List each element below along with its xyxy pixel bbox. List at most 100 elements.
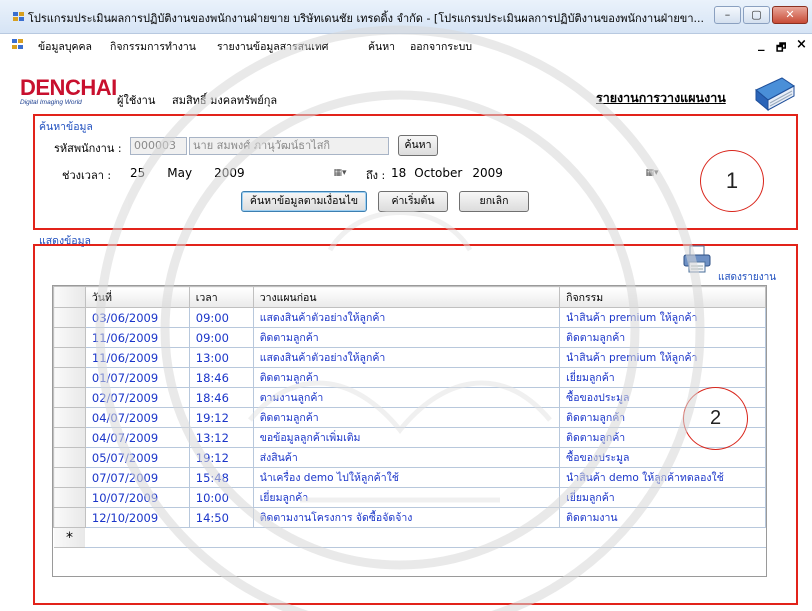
app-icon: [13, 12, 24, 21]
cell-time[interactable]: 10:00: [188, 487, 254, 508]
cell-date[interactable]: 01/07/2009: [84, 367, 190, 388]
to-date-picker[interactable]: 18 October 2009: [391, 164, 671, 182]
table-row[interactable]: 11/06/2009 13:00 แสดงสินค้าตัวอย่างให้ลูกค…: [53, 347, 766, 368]
cell-activity[interactable]: นำสินค้า premium ให้ลูกค้า: [559, 307, 766, 328]
row-header-cell[interactable]: [53, 307, 86, 328]
mdi-minimize-button[interactable]: _: [758, 37, 765, 52]
cell-plan[interactable]: แสดงสินค้าตัวอย่างให้ลูกค้า: [252, 307, 561, 328]
close-button[interactable]: ✕: [772, 6, 808, 24]
cell-plan[interactable]: ขอข้อมูลลูกค้าเพิ่มเติม: [252, 427, 561, 448]
cell-date[interactable]: 07/07/2009: [84, 467, 190, 488]
new-row-marker: *: [53, 527, 86, 548]
employee-code-field[interactable]: 000003: [130, 137, 187, 155]
from-date-picker[interactable]: 25 May 2009: [130, 164, 350, 182]
new-row-cell[interactable]: [189, 527, 254, 548]
column-header-plan[interactable]: วางแผนก่อน: [252, 286, 561, 308]
cell-date[interactable]: 12/10/2009: [84, 507, 190, 528]
cell-time[interactable]: 18:46: [188, 367, 254, 388]
calendar-dropdown-icon[interactable]: ▦▾: [642, 165, 662, 181]
cell-time[interactable]: 13:00: [188, 347, 254, 368]
table-row[interactable]: 03/06/2009 09:00 แสดงสินค้าตัวอย่างให้ลูกค…: [53, 307, 766, 328]
cell-activity[interactable]: ติดตามลูกค้า: [559, 327, 766, 348]
table-row[interactable]: 01/07/2009 18:46 ติดตามลูกค้า เยี่ยมลูกค้า: [53, 367, 766, 388]
cell-plan[interactable]: ติดตามงานโครงการ จัดซื้อจัดจ้าง: [252, 507, 561, 528]
cell-time[interactable]: 19:12: [188, 407, 254, 428]
table-row[interactable]: 10/07/2009 10:00 เยี่ยมลูกค้า เยี่ยมลูกค้า: [53, 487, 766, 508]
to-label: ถึง :: [366, 169, 386, 182]
cell-date[interactable]: 05/07/2009: [84, 447, 190, 468]
row-header-cell[interactable]: [53, 367, 86, 388]
cell-plan[interactable]: แสดงสินค้าตัวอย่างให้ลูกค้า: [252, 347, 561, 368]
row-header-cell[interactable]: [53, 327, 86, 348]
maximize-button[interactable]: ▢: [743, 6, 770, 24]
cell-activity[interactable]: นำสินค้า demo ให้ลูกค้าทดลองใช้: [559, 467, 766, 488]
cell-time[interactable]: 14:50: [188, 507, 254, 528]
menu-search[interactable]: ค้นหา: [368, 38, 395, 55]
new-row-cell[interactable]: [559, 527, 766, 548]
cell-activity[interactable]: ซื้อของประมูล: [559, 447, 766, 468]
cell-date[interactable]: 11/06/2009: [84, 327, 190, 348]
cell-plan[interactable]: ส่งสินค้า: [252, 447, 561, 468]
cell-plan[interactable]: ติดตามลูกค้า: [252, 407, 561, 428]
column-header-activity[interactable]: กิจกรรม: [559, 286, 766, 308]
cell-plan[interactable]: นำเครื่อง demo ไปให้ลูกค้าใช้: [252, 467, 561, 488]
row-header-cell[interactable]: [53, 507, 86, 528]
new-row-cell[interactable]: [85, 527, 190, 548]
cell-time[interactable]: 18:46: [188, 387, 254, 408]
row-header-cell[interactable]: [53, 407, 86, 428]
calendar-dropdown-icon[interactable]: ▦▾: [330, 165, 350, 181]
mdi-child-icon: [12, 39, 23, 49]
column-header-time[interactable]: เวลา: [188, 286, 254, 308]
cell-date[interactable]: 11/06/2009: [84, 347, 190, 368]
column-header-date[interactable]: วันที่: [84, 286, 190, 308]
show-report-link[interactable]: แสดงรายงาน: [718, 270, 776, 285]
cell-activity[interactable]: ติดตามงาน: [559, 507, 766, 528]
reset-default-button[interactable]: ค่าเริ่มต้น: [378, 191, 448, 212]
row-header-cell[interactable]: [53, 347, 86, 368]
new-row-cell[interactable]: [253, 527, 560, 548]
cell-date[interactable]: 04/07/2009: [84, 427, 190, 448]
menu-info-reports[interactable]: รายงานข้อมูลสารสนเทศ: [217, 38, 328, 55]
mdi-restore-button[interactable]: 🗗: [776, 39, 786, 58]
page-title: รายงานการวางแผนงาน: [596, 90, 726, 105]
row-header-cell[interactable]: [53, 487, 86, 508]
cell-date[interactable]: 10/07/2009: [84, 487, 190, 508]
row-header-cell[interactable]: [53, 467, 86, 488]
cell-date[interactable]: 04/07/2009: [84, 407, 190, 428]
cell-time[interactable]: 13:12: [188, 427, 254, 448]
row-header-cell[interactable]: [53, 447, 86, 468]
cell-plan[interactable]: ติดตามลูกค้า: [252, 367, 561, 388]
cell-time[interactable]: 09:00: [188, 327, 254, 348]
cell-activity[interactable]: เยี่ยมลูกค้า: [559, 367, 766, 388]
find-employee-button[interactable]: ค้นหา: [398, 135, 438, 156]
printer-icon[interactable]: [682, 244, 712, 274]
table-row[interactable]: 04/07/2009 13:12 ขอข้อมูลลูกค้าเพิ่มเติม ติ…: [53, 427, 766, 448]
cell-time[interactable]: 09:00: [188, 307, 254, 328]
cell-plan[interactable]: ตามงานลูกค้า: [252, 387, 561, 408]
cell-plan[interactable]: ติดตามลูกค้า: [252, 327, 561, 348]
minimize-button[interactable]: –: [714, 6, 741, 24]
menu-work-activities[interactable]: กิจกรรมการทำงาน: [110, 38, 196, 55]
employee-name-field[interactable]: นาย สมพงศ์ ภานุวัฒน์ธาไสกิ: [189, 137, 389, 155]
table-row[interactable]: 07/07/2009 15:48 นำเครื่อง demo ไปให้ลูกค้…: [53, 467, 766, 488]
cell-plan[interactable]: เยี่ยมลูกค้า: [252, 487, 561, 508]
cancel-button[interactable]: ยกเลิก: [459, 191, 529, 212]
cell-date[interactable]: 03/06/2009: [84, 307, 190, 328]
row-header-cell[interactable]: [53, 427, 86, 448]
cell-activity[interactable]: เยี่ยมลูกค้า: [559, 487, 766, 508]
table-row[interactable]: 02/07/2009 18:46 ตามงานลูกค้า ซื้อของประมูล: [53, 387, 766, 408]
table-row[interactable]: 12/10/2009 14:50 ติดตามงานโครงการ จัดซื้อจ…: [53, 507, 766, 528]
menu-logout[interactable]: ออกจากระบบ: [410, 38, 472, 55]
menu-personal-data[interactable]: ข้อมูลบุคคล: [38, 38, 92, 55]
table-row[interactable]: 04/07/2009 19:12 ติดตามลูกค้า ติดตามลูกค้า: [53, 407, 766, 428]
table-row[interactable]: 05/07/2009 19:12 ส่งสินค้า ซื้อของประมูล: [53, 447, 766, 468]
cell-time[interactable]: 19:12: [188, 447, 254, 468]
cell-date[interactable]: 02/07/2009: [84, 387, 190, 408]
cell-activity[interactable]: นำสินค้า premium ให้ลูกค้า: [559, 347, 766, 368]
cell-time[interactable]: 15:48: [188, 467, 254, 488]
new-row[interactable]: *: [53, 527, 766, 548]
search-by-condition-button[interactable]: ค้นหาข้อมูลตามเงื่อนไข: [241, 191, 367, 212]
table-row[interactable]: 11/06/2009 09:00 ติดตามลูกค้า ติดตามลูกค้า: [53, 327, 766, 348]
row-header-cell[interactable]: [53, 387, 86, 408]
mdi-close-button[interactable]: ×: [796, 37, 807, 52]
